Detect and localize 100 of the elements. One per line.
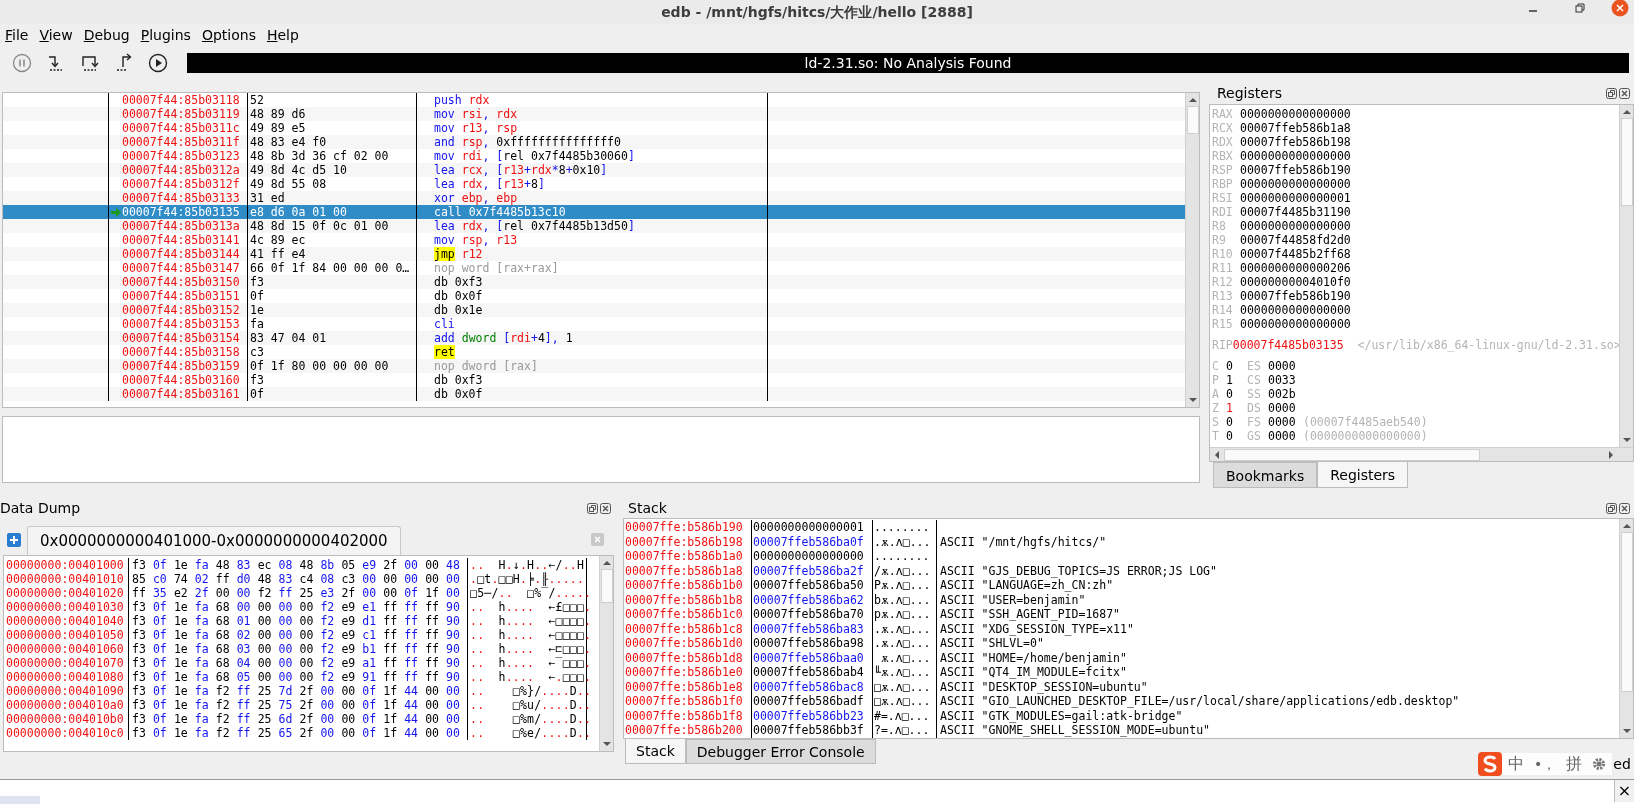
menu-item[interactable]: Options (197, 24, 260, 46)
register-value[interactable]: 0000000000000000 (1240, 177, 1351, 191)
byte-cell-text: 83 (278, 572, 294, 586)
register-value[interactable]: 00007f44858fd2d0 (1240, 233, 1351, 247)
disassembly-row[interactable]: 00007f44:85b03159 0f 1f 80 00 00 00 00 nop dword [rax] (3, 359, 1185, 373)
menu-item[interactable]: Debug (79, 24, 134, 46)
disassembly-row[interactable]: 00007f44:85b03150 f3 db 0xf3 (3, 275, 1185, 289)
byte-cell-text: 00 (320, 684, 336, 698)
restore-icon[interactable] (1575, 3, 1586, 14)
tab[interactable]: Stack (625, 739, 686, 764)
scroll-down-icon[interactable] (1622, 727, 1631, 735)
segment-value[interactable]: 0000 (1268, 429, 1303, 443)
register-value[interactable]: 00000000004010f0 (1240, 275, 1351, 289)
ime-logo-icon[interactable] (1478, 752, 1502, 776)
scrollbar[interactable] (1185, 93, 1199, 407)
disassembly-row[interactable]: 00007f44:85b0313a 48 8d 15 0f 0c 01 00 lea rdx, [rel 0x7f4485b13d50] (3, 219, 1185, 233)
disassembly-row[interactable]: 00007f44:85b0311f 48 83 e4 f0 and rsp, 0xfffffffffffffff0 (3, 135, 1185, 149)
input-mode-toggle[interactable]: 中 (1508, 752, 1524, 776)
tab[interactable]: Debugger Error Console (685, 739, 876, 764)
scrollbar-thumb[interactable] (1224, 448, 1480, 461)
scroll-up-icon[interactable] (602, 559, 611, 567)
close-icon[interactable] (600, 502, 611, 514)
segment-value[interactable]: 0000 (1268, 415, 1303, 429)
scrollbar-thumb[interactable] (1186, 106, 1199, 134)
settings-icon[interactable] (1592, 757, 1607, 771)
byte-cell-text: fa (194, 698, 210, 712)
float-icon[interactable] (1606, 502, 1617, 514)
flag-value[interactable]: 0 (1226, 359, 1247, 373)
flag-value[interactable]: 0 (1226, 387, 1247, 401)
float-icon[interactable] (587, 502, 598, 514)
tab[interactable]: Registers (1317, 462, 1409, 488)
close-icon[interactable] (1619, 87, 1630, 99)
disassembly-row[interactable]: 00007f44:85b03154 83 47 04 01 add dword [rdi+4], 1 (3, 331, 1185, 345)
segment-value[interactable]: 0000 (1268, 359, 1303, 373)
byte-cell-text: ff (236, 684, 252, 698)
run-icon[interactable] (148, 53, 168, 73)
register-value[interactable]: 0000000000000000 (1240, 317, 1351, 331)
register-value[interactable]: 0000000000000000 (1240, 149, 1351, 163)
register-value[interactable]: 00007ffeb586b198 (1240, 135, 1351, 149)
scroll-down-icon[interactable] (1622, 436, 1631, 444)
disassembly-row[interactable]: 00007f44:85b03144 41 ff e4 jmp r12 (3, 247, 1185, 261)
float-icon[interactable] (1606, 87, 1617, 99)
disassembly-row[interactable]: 00007f44:85b03135 e8 d6 0a 01 00 call 0x7f4485b13c10 (3, 205, 1185, 219)
scroll-left-icon[interactable] (1213, 450, 1221, 459)
scrollbar[interactable] (1619, 105, 1633, 447)
menu-item[interactable]: Plugins (136, 24, 195, 46)
disassembly-row[interactable]: 00007f44:85b0312a 49 8d 4c d5 10 lea rcx, [r13+rdx*8+0x10] (3, 163, 1185, 177)
scroll-right-icon[interactable] (1607, 450, 1615, 459)
close-icon[interactable] (1611, 0, 1629, 17)
flag-value[interactable]: 1 (1226, 373, 1247, 387)
register-value[interactable]: 0000000000000000 (1240, 107, 1351, 121)
byte-cell-text: 25 (257, 684, 273, 698)
register-value[interactable]: 0000000000000000 (1240, 303, 1351, 317)
flag-value[interactable]: 0 (1226, 429, 1247, 443)
disassembly-row[interactable]: 00007f44:85b03161 0f db 0x0f (3, 387, 1185, 401)
scroll-down-icon[interactable] (1188, 396, 1197, 404)
register-value[interactable]: 00007ffeb586b190 (1240, 163, 1351, 177)
register-value[interactable]: 00007f4485b2ff68 (1240, 247, 1351, 261)
disassembly-row[interactable]: 00007f44:85b03119 48 89 d6 mov rsi, rdx (3, 107, 1185, 121)
disassembly-row[interactable]: 00007f44:85b03133 31 ed xor ebp, ebp (3, 191, 1185, 205)
scrollbar[interactable] (599, 556, 613, 751)
scroll-up-icon[interactable] (1622, 522, 1631, 530)
pinyin-toggle[interactable]: 拼 (1566, 752, 1583, 776)
flag-value[interactable]: 1 (1226, 401, 1247, 415)
scroll-up-icon[interactable] (1622, 108, 1631, 116)
register-value[interactable]: 00007ffeb586b1a8 (1240, 121, 1351, 135)
scrollbar-thumb[interactable] (1620, 532, 1633, 692)
register-value[interactable]: 00007ffeb586b190 (1240, 289, 1351, 303)
register-value[interactable]: 0000000000000000 (1240, 219, 1351, 233)
byte-cell-text: f3 (132, 614, 147, 628)
add-tab-icon[interactable] (7, 533, 21, 547)
scrollbar[interactable] (1210, 447, 1633, 461)
flag-value[interactable]: 0 (1226, 415, 1247, 429)
close-button[interactable]: × (1614, 780, 1634, 802)
segment-value[interactable]: 0000 (1268, 401, 1303, 415)
comment-cell: ASCII "GJS_DEBUG_TOPICS=JS ERROR;JS LOG" (940, 563, 1217, 578)
scrollbar[interactable] (1619, 519, 1633, 738)
punctuation-toggle[interactable]: •， (1534, 753, 1557, 775)
segment-value[interactable]: 002b (1268, 387, 1303, 401)
register-value[interactable]: 0000000000000001 (1240, 191, 1351, 205)
tab[interactable]: Bookmarks (1213, 462, 1318, 488)
tab[interactable]: 0x0000000000401000-0x0000000000402000 (27, 526, 401, 555)
scroll-down-icon[interactable] (602, 740, 611, 748)
byte-cell-text: 68 (215, 614, 231, 628)
register-value[interactable]: 0000000000000206 (1240, 261, 1351, 275)
scroll-up-icon[interactable] (1188, 96, 1197, 104)
close-icon[interactable] (1619, 502, 1630, 514)
scrollbar-thumb[interactable] (600, 569, 613, 603)
menu-item[interactable]: Help (262, 24, 303, 46)
menu-item[interactable]: File (1, 24, 33, 46)
scrollbar-thumb[interactable] (1620, 118, 1633, 206)
byte-cell-text: a1 (362, 656, 378, 670)
menu-item[interactable]: View (35, 24, 77, 46)
pause-icon[interactable] (12, 53, 32, 73)
register-value[interactable]: 00007f4485b31190 (1240, 205, 1351, 219)
segment-value[interactable]: 0033 (1268, 373, 1303, 387)
register-value[interactable]: 00007f4485b03135 (1232, 338, 1344, 352)
step-out-icon[interactable] (114, 53, 134, 73)
disassembly-row[interactable]: 00007f44:85b03152 1e db 0x1e (3, 303, 1185, 317)
step-over-icon[interactable] (80, 53, 100, 73)
